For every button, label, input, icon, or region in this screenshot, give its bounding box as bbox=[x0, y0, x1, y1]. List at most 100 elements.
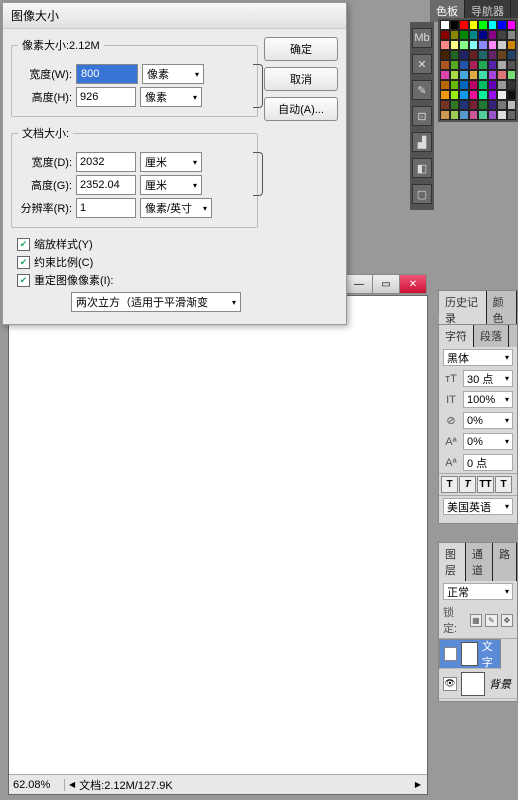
swatch[interactable] bbox=[497, 30, 507, 40]
swatch[interactable] bbox=[469, 80, 479, 90]
swatch[interactable] bbox=[497, 20, 507, 30]
swatch[interactable] bbox=[507, 110, 517, 120]
swatch[interactable] bbox=[469, 70, 479, 80]
lock-pixels-icon[interactable]: ✎ bbox=[485, 614, 497, 627]
swatch[interactable] bbox=[469, 100, 479, 110]
swatch[interactable] bbox=[469, 40, 479, 50]
statusbar-left-icon[interactable]: ◀ bbox=[69, 780, 75, 789]
swatch[interactable] bbox=[488, 110, 498, 120]
swatch[interactable] bbox=[450, 90, 460, 100]
swatch[interactable] bbox=[488, 70, 498, 80]
tab-channels[interactable]: 通道 bbox=[466, 543, 493, 581]
swatch[interactable] bbox=[440, 70, 450, 80]
visibility-toggle[interactable]: 👁 bbox=[443, 677, 457, 691]
swatch[interactable] bbox=[450, 40, 460, 50]
swatch[interactable] bbox=[488, 30, 498, 40]
swatch[interactable] bbox=[459, 90, 469, 100]
lock-transparency-icon[interactable]: ▦ bbox=[470, 614, 482, 627]
constrain-checkbox[interactable]: ✔ bbox=[17, 256, 30, 269]
swatch[interactable] bbox=[440, 80, 450, 90]
swatch[interactable] bbox=[440, 110, 450, 120]
resample-checkbox[interactable]: ✔ bbox=[17, 274, 30, 287]
doc-width-input[interactable] bbox=[76, 152, 136, 172]
swatch[interactable] bbox=[459, 30, 469, 40]
swatch[interactable] bbox=[497, 90, 507, 100]
swatch[interactable] bbox=[497, 40, 507, 50]
swatch[interactable] bbox=[459, 20, 469, 30]
swatch[interactable] bbox=[459, 70, 469, 80]
swatch[interactable] bbox=[459, 110, 469, 120]
font-size-input[interactable]: 30 点▾ bbox=[463, 370, 513, 387]
swatch[interactable] bbox=[507, 60, 517, 70]
swatch[interactable] bbox=[497, 70, 507, 80]
swatch[interactable] bbox=[450, 110, 460, 120]
italic-button[interactable]: T bbox=[459, 476, 476, 493]
swatch[interactable] bbox=[507, 20, 517, 30]
allcaps-button[interactable]: TT bbox=[477, 476, 494, 493]
scale-styles-checkbox[interactable]: ✔ bbox=[17, 238, 30, 251]
swatch[interactable] bbox=[488, 50, 498, 60]
swatch[interactable] bbox=[507, 50, 517, 60]
lock-position-icon[interactable]: ✥ bbox=[501, 614, 513, 627]
swatch[interactable] bbox=[450, 30, 460, 40]
doc-width-unit[interactable]: 厘米▾ bbox=[140, 152, 202, 172]
swatch[interactable] bbox=[469, 60, 479, 70]
doc-height-input[interactable] bbox=[76, 175, 136, 195]
swatch[interactable] bbox=[478, 60, 488, 70]
swatch[interactable] bbox=[450, 20, 460, 30]
layer-row-text[interactable]: 👁 T 文字 bbox=[439, 639, 501, 669]
tab-layers[interactable]: 图层 bbox=[439, 543, 466, 581]
swatch[interactable] bbox=[478, 50, 488, 60]
swatch[interactable] bbox=[478, 100, 488, 110]
stamp-tool-icon[interactable]: ▟ bbox=[412, 132, 432, 152]
swatch[interactable] bbox=[497, 60, 507, 70]
swatch[interactable] bbox=[507, 80, 517, 90]
swatch[interactable] bbox=[450, 70, 460, 80]
swatch[interactable] bbox=[459, 60, 469, 70]
baseline-input[interactable]: 0 点 bbox=[463, 454, 513, 471]
auto-button[interactable]: 自动(A)... bbox=[264, 97, 338, 121]
swatch[interactable] bbox=[488, 90, 498, 100]
swatch[interactable] bbox=[450, 100, 460, 110]
minimize-button[interactable]: — bbox=[345, 274, 373, 294]
swatch[interactable] bbox=[469, 110, 479, 120]
tab-paths[interactable]: 路 bbox=[493, 543, 517, 581]
swatch[interactable] bbox=[507, 40, 517, 50]
layer-row-background[interactable]: 👁 背景 bbox=[439, 669, 517, 699]
swatch[interactable] bbox=[469, 30, 479, 40]
vscale-input[interactable]: 0%▾ bbox=[463, 433, 513, 450]
swatch[interactable] bbox=[450, 80, 460, 90]
swatch[interactable] bbox=[459, 80, 469, 90]
swatch[interactable] bbox=[488, 80, 498, 90]
swatch[interactable] bbox=[440, 30, 450, 40]
swatch[interactable] bbox=[478, 40, 488, 50]
close-button[interactable]: ✕ bbox=[399, 274, 427, 294]
swatch[interactable] bbox=[450, 50, 460, 60]
zoom-level[interactable]: 62.08% bbox=[9, 779, 65, 791]
swatch[interactable] bbox=[488, 100, 498, 110]
swatch[interactable] bbox=[469, 90, 479, 100]
swatch[interactable] bbox=[497, 50, 507, 60]
swatch[interactable] bbox=[459, 100, 469, 110]
resolution-unit[interactable]: 像素/英寸▾ bbox=[140, 198, 212, 218]
crosshair-tool-icon[interactable]: ✕ bbox=[412, 54, 432, 74]
swatch[interactable] bbox=[440, 100, 450, 110]
swatch[interactable] bbox=[450, 60, 460, 70]
maximize-button[interactable]: ▭ bbox=[372, 274, 400, 294]
text-tool-icon[interactable]: ◧ bbox=[412, 158, 432, 178]
swatch[interactable] bbox=[488, 20, 498, 30]
smallcaps-button[interactable]: T bbox=[495, 476, 512, 493]
swatch[interactable] bbox=[507, 30, 517, 40]
interpolation-select[interactable]: 两次立方（适用于平滑渐变▾ bbox=[71, 292, 241, 312]
crop-tool-icon[interactable]: ⊡ bbox=[412, 106, 432, 126]
swatch[interactable] bbox=[478, 30, 488, 40]
pixel-height-unit[interactable]: 像素▾ bbox=[140, 87, 202, 107]
swatch[interactable] bbox=[478, 80, 488, 90]
leading-input[interactable]: 100%▾ bbox=[463, 391, 513, 408]
swatch[interactable] bbox=[440, 20, 450, 30]
swatch[interactable] bbox=[488, 40, 498, 50]
swatch[interactable] bbox=[469, 50, 479, 60]
swatch[interactable] bbox=[440, 60, 450, 70]
swatch[interactable] bbox=[497, 80, 507, 90]
swatch[interactable] bbox=[478, 70, 488, 80]
